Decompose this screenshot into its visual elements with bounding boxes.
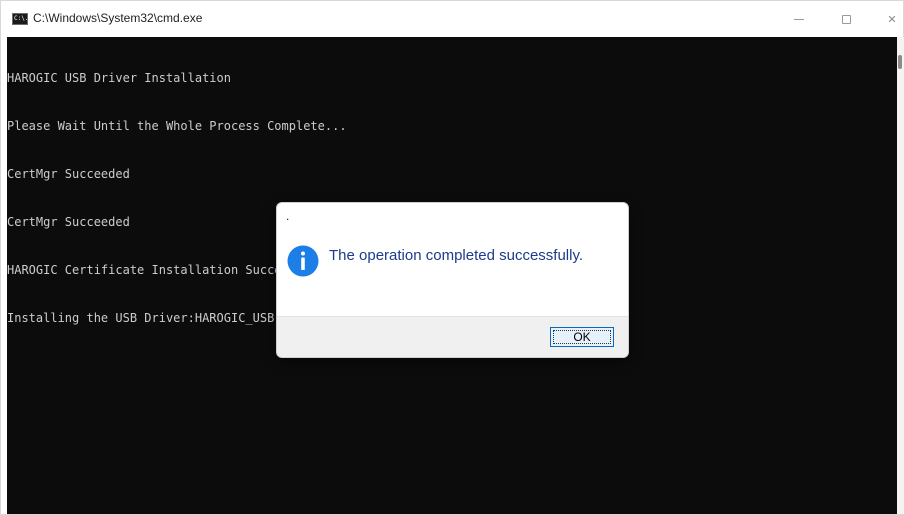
dialog-title: .: [286, 209, 290, 223]
dialog-message: The operation completed successfully.: [329, 247, 584, 264]
maximize-button[interactable]: [823, 1, 869, 37]
vertical-scrollbar[interactable]: [897, 37, 904, 514]
ok-button-label: OK: [573, 330, 591, 344]
close-icon: ✕: [887, 12, 897, 26]
window-title: C:\Windows\System32\cmd.exe: [33, 11, 203, 25]
dialog-body: The operation completed successfully.: [277, 234, 628, 316]
minimize-icon: [794, 18, 804, 20]
title-bar[interactable]: C:\. C:\Windows\System32\cmd.exe ✕: [1, 1, 903, 37]
console-line: HAROGIC USB Driver Installation: [7, 71, 231, 85]
close-button[interactable]: ✕: [869, 1, 904, 37]
ok-button[interactable]: OK: [550, 327, 614, 347]
console-line: CertMgr Succeeded: [7, 167, 130, 181]
console-line: Please Wait Until the Whole Process Comp…: [7, 119, 347, 133]
info-icon: [287, 245, 319, 277]
minimize-button[interactable]: [776, 1, 822, 37]
message-dialog: . The operation completed successfully. …: [276, 202, 629, 358]
scrollbar-thumb[interactable]: [898, 55, 902, 69]
cmd-icon: C:\.: [12, 13, 28, 25]
dialog-footer: OK: [277, 316, 628, 357]
maximize-icon: [841, 14, 851, 24]
